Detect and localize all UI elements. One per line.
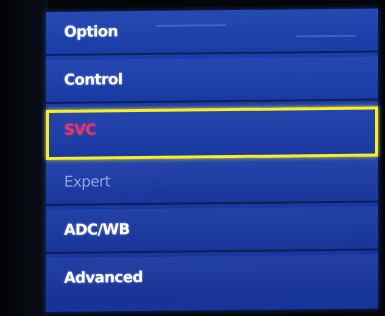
menu-item-label: SVC [64,120,96,139]
menu-item-label: Advanced [64,267,143,287]
menu-item-expert: Expert [46,158,378,206]
menu-item-adc-wb[interactable]: ADC/WB [46,206,378,254]
menu-item-label: Expert [64,172,111,191]
menu-item-label: Control [64,70,123,89]
menu-item-control[interactable]: Control [46,56,378,104]
menu-item-label: Option [64,22,118,41]
menu-item-label: ADC/WB [64,220,130,239]
tv-screen: Option Control SVC Expert ADC/WB Advance… [0,0,385,316]
screen-bezel [0,0,48,316]
menu-item-advanced[interactable]: Advanced [46,254,378,302]
screen-glare [296,34,356,38]
service-menu: Option Control SVC Expert ADC/WB Advance… [46,8,378,313]
menu-item-option[interactable]: Option [46,8,378,56]
menu-item-svc[interactable]: SVC [46,106,378,160]
screen-glare [156,24,226,27]
